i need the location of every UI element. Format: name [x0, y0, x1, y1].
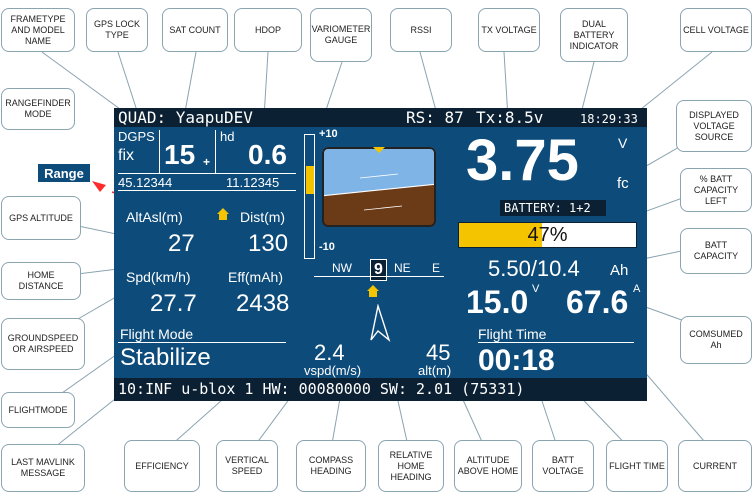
coords-underline — [118, 190, 296, 191]
current-value: 67.6 — [566, 284, 629, 320]
flight-time-value: 00:18 — [478, 344, 555, 377]
sat-count: 15 — [164, 139, 196, 170]
vertical-speed-label: vspd(m/s) — [304, 363, 362, 378]
home-distance-label: Dist(m) — [240, 209, 286, 225]
current-unit: A — [633, 283, 641, 295]
altitude-home-label: alt(m) — [418, 363, 452, 378]
callout-last-mavlink: LAST MAVLINK MESSAGE — [1, 444, 85, 492]
callout-batt-capacity: BATT CAPACITY — [680, 228, 752, 274]
groundspeed-label: Spd(km/h) — [126, 269, 191, 285]
compass-line — [314, 276, 444, 277]
batt-voltage: 15.0 — [466, 284, 529, 320]
home-distance-value: 130 — [248, 230, 289, 257]
gps-longitude: 11.12345 — [226, 175, 280, 190]
flight-mode-value: Stabilize — [120, 344, 211, 371]
battery-percent-bar: 47% — [458, 222, 637, 248]
capacity-unit: Ah — [610, 262, 629, 279]
vario-scale — [304, 134, 305, 258]
callout-vario: VARIOMETER GAUGE — [310, 8, 372, 62]
home-icon — [217, 208, 229, 220]
callout-rssi: RSSI — [390, 8, 452, 52]
callout-frametype: FRAMETYPE AND MODEL NAME — [1, 8, 75, 52]
last-mavlink-message: 10:INF u-blox 1 HW: 00080000 SW: 2.01 (7… — [118, 380, 525, 398]
batt-voltage-unit: V — [532, 283, 540, 295]
home-direction-arrow-icon — [370, 304, 391, 343]
rangefinder-mode-badge: Range — [38, 164, 90, 182]
callout-consumed: COMSUMED Ah — [680, 316, 752, 364]
callout-batt-voltage: BATT VOLTAGE — [532, 440, 594, 492]
flight-mode-underline — [118, 342, 286, 343]
sat-suffix: + — [203, 155, 211, 169]
gps-altitude-label: AltAsl(m) — [126, 209, 183, 225]
flight-mode-label: Flight Mode — [120, 326, 194, 342]
callout-current: CURRENT — [678, 440, 752, 492]
cell-voltage: 3.75 — [466, 128, 579, 193]
gps-altitude-value: 27 — [168, 230, 195, 257]
batt-capacity: 5.50/10.4 — [488, 256, 580, 281]
groundspeed-value: 27.7 — [150, 290, 197, 317]
gps-fix: fix — [118, 147, 134, 164]
callout-sat-count: SAT COUNT — [162, 8, 228, 52]
gps-underline — [118, 173, 296, 174]
gps-divider — [159, 130, 160, 174]
callout-gps-lock: GPS LOCK TYPE — [86, 8, 148, 52]
callout-relative-home: RELATIVE HOME HEADING — [378, 440, 444, 492]
callout-vertical-speed: VERTICAL SPEED — [216, 440, 278, 492]
compass-e: E — [432, 261, 441, 275]
callout-home-distance: HOME DISTANCE — [1, 262, 81, 300]
callout-cell-voltage: CELL VOLTAGE — [680, 8, 752, 52]
tx-voltage: Tx:8.5v — [476, 108, 544, 127]
callout-flightmode: FLIGHTMODE — [1, 392, 75, 428]
flight-time-underline — [478, 342, 634, 343]
vario-tick-bottom — [304, 258, 315, 259]
callout-altitude-home: ALTITUDE ABOVE HOME — [454, 440, 522, 492]
compass-heading-value: 9 — [370, 259, 387, 281]
callout-hdop: HDOP — [234, 8, 302, 52]
efficiency-value: 2438 — [236, 290, 290, 317]
voltage-source: fc — [617, 175, 629, 192]
callout-displayed-voltage: DISPLAYED VOLTAGE SOURCE — [676, 100, 752, 152]
battery-percent-text: 47% — [527, 223, 568, 246]
gps-type: DGPS — [118, 129, 155, 144]
efficiency-label: Eff(mAh) — [228, 269, 283, 285]
vario-top-label: +10 — [319, 128, 338, 140]
artificial-horizon — [322, 147, 436, 227]
vario-tick-top — [304, 134, 315, 135]
compass-ne: NE — [394, 261, 411, 275]
hdop-label: hd — [220, 129, 235, 144]
altitude-home-value: 45 — [426, 340, 451, 365]
frame-model-name: QUAD: YaapuDEV — [118, 108, 253, 127]
battery-indicator: BATTERY: 1+2 — [504, 201, 591, 215]
callout-efficiency: EFFICIENCY — [124, 440, 200, 492]
flight-time-label: Flight Time — [478, 326, 547, 342]
osd-screen: QUAD: YaapuDEV RS: 87 Tx:8.5v 18:29:33 D… — [114, 108, 647, 401]
hdop-divider — [215, 130, 216, 174]
compass-nw: NW — [332, 261, 352, 275]
gps-latitude: 45.12344 — [118, 175, 173, 190]
voltage-unit: V — [618, 135, 628, 151]
callout-tx-voltage: TX VOLTAGE — [478, 8, 540, 52]
clock-time: 18:29:33 — [580, 112, 638, 126]
callout-flight-time: FLIGHT TIME — [606, 440, 668, 492]
callout-rangefinder: RANGEFINDER MODE — [1, 88, 75, 130]
vario-scale-right — [314, 134, 315, 258]
callout-groundspeed: GROUNDSPEED OR AIRSPEED — [1, 318, 85, 370]
hdop-value: 0.6 — [248, 139, 287, 170]
vario-gauge-fill — [306, 166, 314, 194]
rssi-value: RS: 87 — [406, 108, 464, 127]
callout-compass-heading: COMPASS HEADING — [296, 440, 366, 492]
compass-home-icon — [367, 285, 379, 297]
callout-gps-altitude: GPS ALTITUDE — [1, 196, 81, 240]
callout-pct-batt: % BATT CAPACITY LEFT — [680, 168, 752, 212]
vertical-speed-value: 2.4 — [314, 340, 345, 365]
vario-bottom-label: -10 — [319, 241, 335, 253]
callout-dual-battery: DUAL BATTERY INDICATOR — [560, 8, 628, 62]
